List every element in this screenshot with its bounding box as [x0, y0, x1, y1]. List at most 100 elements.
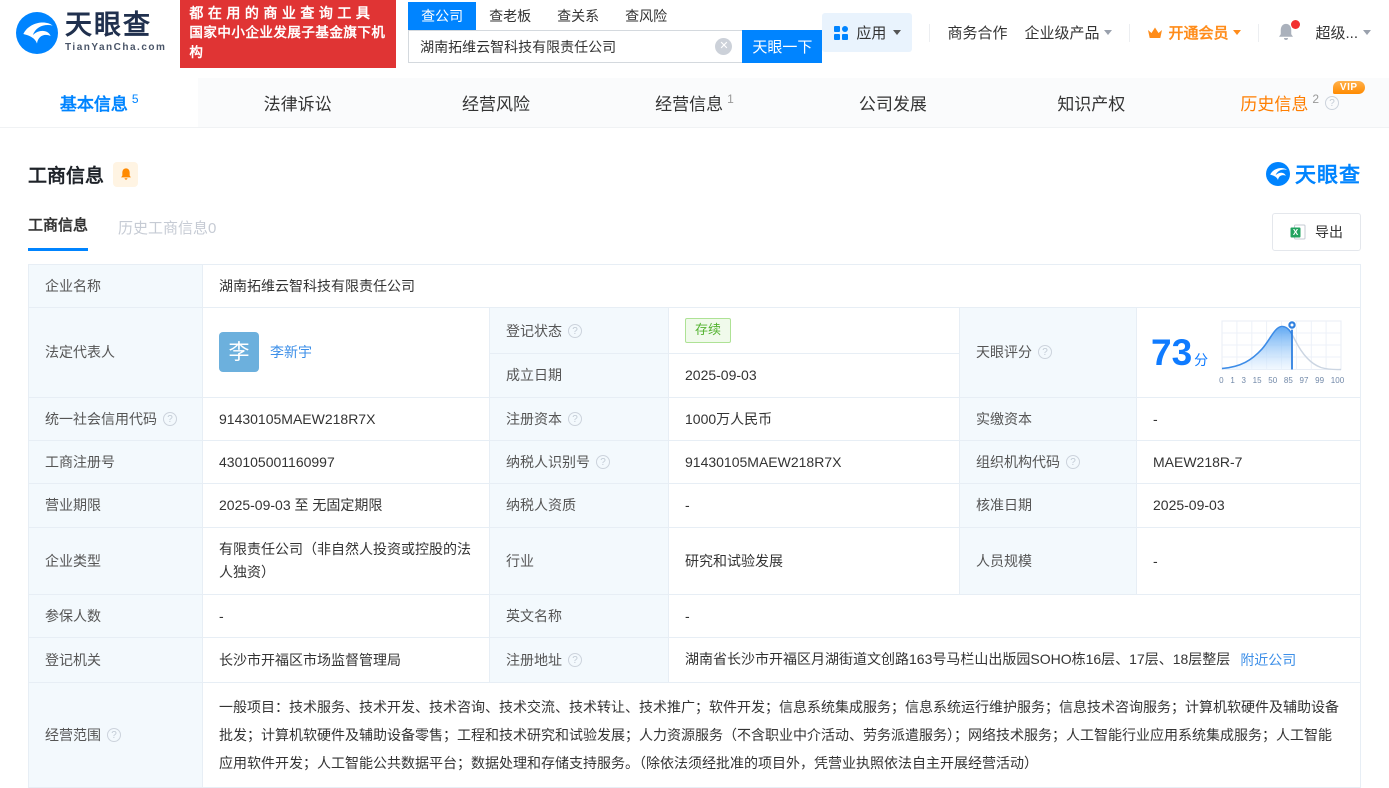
org-code-label-cell: 组织机构代码 ?: [960, 440, 1137, 485]
notification-dot: [1291, 19, 1301, 29]
reg-capital-label: 注册资本: [506, 410, 562, 427]
legal-rep-avatar[interactable]: 李: [219, 332, 259, 373]
org-code-value: MAEW218R-7: [1137, 440, 1361, 485]
table-subrow: 登记状态 ? 存续: [490, 308, 960, 355]
insured-count-value: -: [203, 594, 490, 639]
score-value: 73: [1151, 331, 1193, 373]
business-scope-label: 经营范围: [45, 726, 101, 743]
chevron-down-icon: [893, 30, 902, 35]
tianyancha-logo[interactable]: 天眼查 TianYanCha.com: [16, 10, 166, 54]
table-row: 企业名称 湖南拓维云智科技有限责任公司: [29, 265, 1361, 309]
taxpayer-quality-value: -: [669, 484, 960, 528]
help-icon[interactable]: ?: [568, 653, 582, 668]
search-tab-boss[interactable]: 查老板: [476, 2, 544, 30]
logo-title: 天眼查: [65, 10, 152, 40]
legal-rep-link[interactable]: 李新宇: [270, 341, 312, 363]
tab-intellectual-property[interactable]: 知识产权: [992, 78, 1190, 127]
tab-count: 2: [1312, 91, 1320, 106]
reg-authority-label: 登记机关: [29, 638, 203, 683]
nested-cells: 登记状态 ? 存续 成立日期 2025-09-03: [490, 308, 960, 398]
open-vip-button[interactable]: 开通会员: [1147, 22, 1242, 43]
divider: [1258, 23, 1260, 42]
export-label: 导出: [1315, 224, 1343, 240]
main-content: 工商信息 天眼查 工商信息 历史工商信息0 X 导出 企业名称 湖南拓维云智科技…: [0, 159, 1389, 788]
business-scope-label-cell: 经营范围 ?: [29, 682, 203, 788]
approval-date-value: 2025-09-03: [1137, 484, 1361, 528]
company-type-label: 企业类型: [29, 527, 203, 595]
apps-grid-icon: [834, 25, 849, 40]
credit-code-label-cell: 统一社会信用代码 ?: [29, 397, 203, 441]
help-icon[interactable]: ?: [107, 727, 121, 742]
table-row: 统一社会信用代码 ? 91430105MAEW218R7X 注册资本 ? 100…: [29, 397, 1361, 441]
subtab-history-business-info[interactable]: 历史工商信息0: [118, 217, 216, 251]
search-input[interactable]: [408, 30, 743, 63]
staff-size-value: -: [1137, 527, 1361, 595]
nearby-companies-link[interactable]: 附近公司: [1240, 649, 1296, 671]
tab-legal-lawsuits[interactable]: 法律诉讼: [198, 78, 396, 127]
reg-address-label: 注册地址: [506, 651, 562, 668]
search-tab-risk[interactable]: 查风险: [612, 2, 680, 30]
company-name-value: 湖南拓维云智科技有限责任公司: [203, 265, 1361, 309]
score-unit: 分: [1194, 351, 1209, 368]
table-row: 登记机关 长沙市开福区市场监督管理局 注册地址 ? 湖南省长沙市开福区月湖街道文…: [29, 638, 1361, 683]
search-tab-company[interactable]: 查公司: [408, 2, 477, 30]
help-icon[interactable]: ?: [1066, 455, 1080, 470]
tab-operation-info[interactable]: 经营信息 1: [595, 78, 793, 127]
business-term-value: 2025-09-03 至 无固定期限: [203, 484, 490, 528]
subtab-business-info[interactable]: 工商信息: [28, 214, 89, 251]
search-tab-relation[interactable]: 查关系: [544, 2, 612, 30]
watermark-text: 天眼查: [1295, 164, 1361, 187]
vip-badge: VIP: [1332, 81, 1365, 94]
help-icon[interactable]: ?: [568, 411, 582, 426]
vip-label: 开通会员: [1168, 25, 1229, 42]
tab-operation-risk[interactable]: 经营风险: [397, 78, 595, 127]
chevron-down-icon: [1233, 30, 1242, 35]
tab-basic-info[interactable]: 基本信息 5: [0, 78, 199, 127]
reg-authority-value: 长沙市开福区市场监督管理局: [203, 638, 490, 683]
taxpayer-id-label-cell: 纳税人识别号 ?: [490, 440, 669, 485]
score-cell: 73 分 0 1 3 15 50 85 97 99 100: [1137, 308, 1361, 398]
credit-code-value: 91430105MAEW218R7X: [203, 397, 490, 441]
subscribe-bell-button[interactable]: [113, 161, 139, 187]
help-icon[interactable]: ?: [1038, 345, 1052, 360]
sub-tabs: 工商信息 历史工商信息0 X 导出: [28, 213, 1361, 251]
logo-swirl-icon: [16, 11, 58, 54]
nav-business-cooperation[interactable]: 商务合作: [947, 22, 1007, 43]
establish-date-label: 成立日期: [490, 354, 669, 398]
tab-company-development[interactable]: 公司发展: [794, 78, 992, 127]
apps-label: 应用: [856, 25, 887, 42]
paid-capital-label: 实缴资本: [960, 397, 1137, 441]
reg-address-cell: 湖南省长沙市开福区月湖街道文创路163号马栏山出版园SOHO栋16层、17层、1…: [669, 638, 1361, 683]
account-label: 超级...: [1315, 25, 1358, 42]
user-account-menu[interactable]: 超级...: [1315, 22, 1371, 43]
tab-history-info[interactable]: VIP 历史信息 2 ?: [1191, 78, 1389, 127]
company-type-value: 有限责任公司（非自然人投资或控股的法人独资）: [203, 527, 490, 595]
score-axis-labels: 0 1 3 15 50 85 97 99 100: [1219, 375, 1345, 385]
apps-menu-button[interactable]: 应用: [822, 13, 913, 52]
table-row: 经营范围 ? 一般项目：技术服务、技术开发、技术咨询、技术交流、技术转让、技术推…: [29, 682, 1361, 788]
promo-line2: 国家中小企业发展子基金旗下机构: [189, 25, 386, 60]
reg-number-label: 工商注册号: [29, 440, 203, 485]
divider: [929, 23, 931, 42]
promo-line1: 都在用的商业查询工具: [189, 4, 375, 21]
help-icon[interactable]: ?: [163, 411, 177, 426]
company-name-label: 企业名称: [29, 265, 203, 309]
score-label-cell: 天眼评分 ?: [960, 308, 1137, 398]
search-button[interactable]: 天眼一下: [742, 30, 823, 63]
taxpayer-id-label: 纳税人识别号: [506, 453, 590, 470]
tab-label: 知识产权: [1057, 95, 1126, 114]
tab-label: 经营风险: [462, 95, 531, 114]
reg-number-value: 430105001160997: [203, 440, 490, 485]
nav-enterprise-products[interactable]: 企业级产品: [1024, 22, 1113, 43]
business-scope-cell: 一般项目：技术服务、技术开发、技术咨询、技术交流、技术转让、技术推广；软件开发；…: [203, 682, 1361, 788]
help-icon[interactable]: ?: [596, 455, 610, 470]
notifications-button[interactable]: [1276, 19, 1301, 44]
table-row: 工商注册号 430105001160997 纳税人识别号 ? 91430105M…: [29, 440, 1361, 485]
export-button[interactable]: X 导出: [1272, 213, 1361, 251]
help-icon[interactable]: ?: [568, 323, 582, 338]
establish-date-value: 2025-09-03: [669, 354, 960, 398]
help-icon[interactable]: ?: [1325, 95, 1340, 110]
table-row: 营业期限 2025-09-03 至 无固定期限 纳税人资质 - 核准日期 202…: [29, 484, 1361, 528]
tab-label: 法律诉讼: [263, 95, 332, 114]
reg-status-label: 登记状态: [506, 322, 562, 339]
